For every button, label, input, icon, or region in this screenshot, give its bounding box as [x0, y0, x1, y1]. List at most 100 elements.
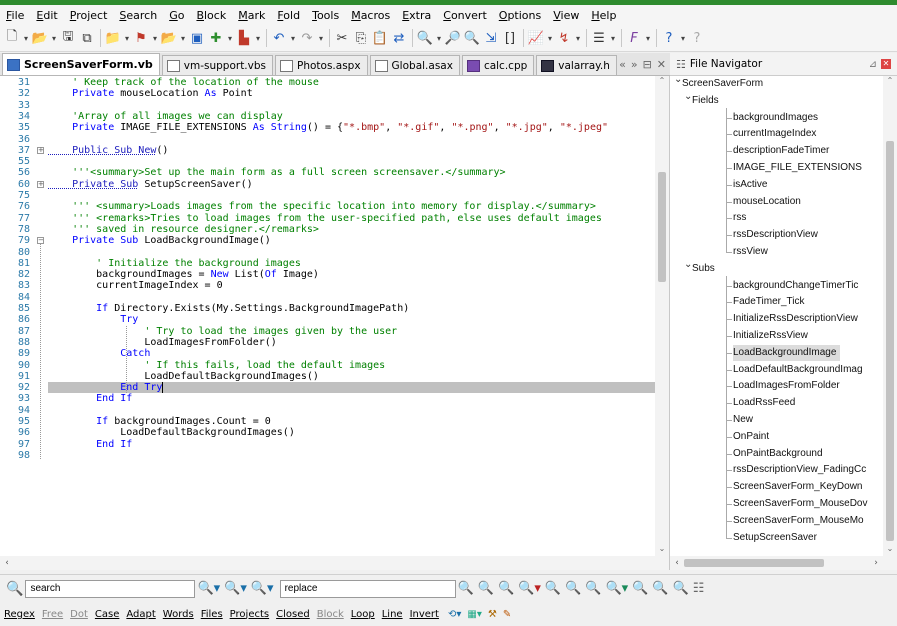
expand-fold-icon[interactable]: + — [37, 146, 44, 154]
menu-file[interactable]: File — [0, 9, 30, 22]
scroll-up-icon[interactable]: ⌃ — [655, 76, 669, 88]
scroll-down-icon[interactable]: ⌄ — [883, 544, 897, 556]
project-dropdown-icon[interactable]: ▾ — [123, 29, 131, 47]
code-line[interactable]: ''' saved in resource designer.</remarks… — [48, 224, 319, 235]
plugin-dropdown-icon[interactable]: ▾ — [226, 29, 234, 47]
tree-item[interactable]: rssDescriptionView_FadingCc — [733, 462, 866, 478]
save-all-icon[interactable]: ⧉ — [78, 29, 96, 47]
file-tab[interactable]: ScreenSaverForm.vb — [2, 53, 160, 75]
tree-item[interactable]: Subs — [692, 261, 715, 277]
find-prev-icon[interactable]: 🔍 — [463, 29, 481, 47]
menu-fold[interactable]: Fold — [271, 9, 306, 22]
help-dropdown-icon[interactable]: ▾ — [679, 29, 687, 47]
replace-icon[interactable]: 🔍 — [458, 581, 474, 596]
bookmark-dropdown-icon[interactable]: ▾ — [151, 29, 159, 47]
function-dropdown-icon[interactable]: ▾ — [644, 29, 652, 47]
plugin-icon[interactable]: ✚ — [207, 29, 225, 47]
tree-item[interactable]: ScreenSaverForm_MouseMo — [733, 513, 864, 529]
copy-icon[interactable]: ⎘ — [352, 29, 370, 47]
clear-marks-icon[interactable]: 🔍 — [652, 581, 668, 596]
option-invert[interactable]: Invert — [410, 609, 439, 620]
code-line[interactable]: End If — [48, 439, 132, 450]
tree-item[interactable]: IMAGE_FILE_EXTENSIONS — [733, 160, 862, 176]
tree-item[interactable]: OnPaint — [733, 429, 769, 445]
code-line[interactable]: ' Try to load the images given by the us… — [48, 326, 397, 337]
option-adapt[interactable]: Adapt — [126, 609, 155, 620]
project-icon[interactable]: 📁 — [104, 29, 122, 47]
tab-list-icon[interactable]: ⊟ — [643, 58, 652, 71]
find-next-icon[interactable]: 🔍▾ — [197, 581, 220, 596]
tree-item[interactable]: InitializeRssView — [733, 328, 808, 344]
navigator-horizontal-scrollbar[interactable]: ‹ › — [670, 556, 897, 570]
code-line[interactable]: Private mouseLocation As Point — [48, 88, 253, 99]
code-line[interactable]: LoadImagesFromFolder() — [48, 337, 276, 348]
menu-mark[interactable]: Mark — [232, 9, 271, 22]
new-dropdown-icon[interactable]: ▾ — [22, 29, 30, 47]
code-line[interactable]: ' If this fails, load the default images — [48, 360, 385, 371]
tree-item[interactable]: InitializeRssDescriptionView — [733, 311, 858, 327]
menu-tools[interactable]: Tools — [306, 9, 345, 22]
tree-item[interactable]: ScreenSaverForm — [682, 76, 763, 92]
tree-item[interactable]: ScreenSaverForm_KeyDown — [733, 479, 863, 495]
tree-item[interactable]: rssDescriptionView — [733, 227, 818, 243]
code-line[interactable]: Try — [48, 314, 138, 325]
scroll-left-icon[interactable]: ‹ — [0, 556, 14, 570]
tree-item[interactable]: rssView — [733, 244, 768, 260]
code-line[interactable]: If Directory.Exists(My.Settings.Backgrou… — [48, 303, 409, 314]
window-icon[interactable]: ▣ — [188, 29, 206, 47]
tree-item[interactable]: New — [733, 412, 753, 428]
code-line[interactable]: ''' <remarks>Tries to load images from t… — [48, 213, 602, 224]
tree-item[interactable]: mouseLocation — [733, 194, 801, 210]
file-tab[interactable]: Photos.aspx — [275, 55, 368, 75]
menu-edit[interactable]: Edit — [30, 9, 63, 22]
option-block[interactable]: Block — [317, 609, 344, 620]
close-navigator-icon[interactable]: ✕ — [881, 59, 891, 69]
compare-icon[interactable]: ⇄ — [390, 29, 408, 47]
tree-item[interactable]: rss — [733, 210, 746, 226]
option-words[interactable]: Words — [163, 609, 194, 620]
option-projects[interactable]: Projects — [230, 609, 269, 620]
editor-horizontal-scrollbar[interactable]: ‹ — [0, 556, 669, 570]
scroll-thumb[interactable] — [658, 172, 666, 282]
option-case[interactable]: Case — [95, 609, 119, 620]
menu-go[interactable]: Go — [163, 9, 190, 22]
undo-dropdown-icon[interactable]: ▾ — [289, 29, 297, 47]
open-dropdown-icon[interactable]: ▾ — [50, 29, 58, 47]
paste-icon[interactable]: 📋 — [371, 29, 389, 47]
tree-item[interactable]: LoadRssFeed — [733, 395, 795, 411]
code-line[interactable]: End Try — [48, 382, 164, 394]
chart-icon[interactable]: 📈 — [527, 29, 545, 47]
file-tab[interactable]: calc.cpp — [461, 55, 535, 75]
goto-icon[interactable]: ⇲ — [482, 29, 500, 47]
find-icon[interactable]: 🔍 — [416, 29, 434, 47]
code-line[interactable]: currentImageIndex = 0 — [48, 280, 222, 291]
option-dot[interactable]: Dot — [70, 609, 88, 620]
option-line[interactable]: Line — [382, 609, 403, 620]
folder-open-icon[interactable]: 📂 — [160, 29, 178, 47]
scroll-left-icon[interactable]: ‹ — [670, 556, 684, 570]
folder-dropdown-icon[interactable]: ▾ — [179, 29, 187, 47]
history-icon[interactable]: ☷ — [693, 581, 705, 596]
menu-options[interactable]: Options — [493, 9, 547, 22]
pin-icon[interactable]: ⊿ — [869, 59, 877, 70]
marker-icon[interactable]: ▙ — [235, 29, 253, 47]
menu-project[interactable]: Project — [64, 9, 114, 22]
code-line[interactable]: Private IMAGE_FILE_EXTENSIONS As String(… — [48, 122, 608, 133]
tree-item[interactable]: isActive — [733, 177, 767, 193]
fold-margin[interactable]: + + − — [34, 76, 48, 556]
code-line[interactable]: LoadDefaultBackgroundImages() — [48, 427, 295, 438]
wizard-icon[interactable]: ⟲▾ — [448, 609, 461, 620]
mark-icon[interactable]: 🔍 — [565, 581, 581, 596]
code-line[interactable]: End If — [48, 393, 132, 404]
tree-item[interactable]: ScreenSaverForm_MouseDov — [733, 496, 868, 512]
code-line[interactable]: Catch — [48, 348, 150, 359]
option-closed[interactable]: Closed — [276, 609, 310, 620]
scroll-thumb[interactable] — [886, 141, 894, 541]
chart-dropdown-icon[interactable]: ▾ — [546, 29, 554, 47]
marker-dropdown-icon[interactable]: ▾ — [254, 29, 262, 47]
brackets-icon[interactable]: [] — [501, 29, 519, 47]
mark-all-icon[interactable]: 🔍 — [585, 581, 601, 596]
cut-icon[interactable]: ✂ — [333, 29, 351, 47]
new-file-icon[interactable]: 🗋 — [3, 29, 21, 47]
code-line[interactable]: Public Sub New() — [48, 145, 168, 156]
